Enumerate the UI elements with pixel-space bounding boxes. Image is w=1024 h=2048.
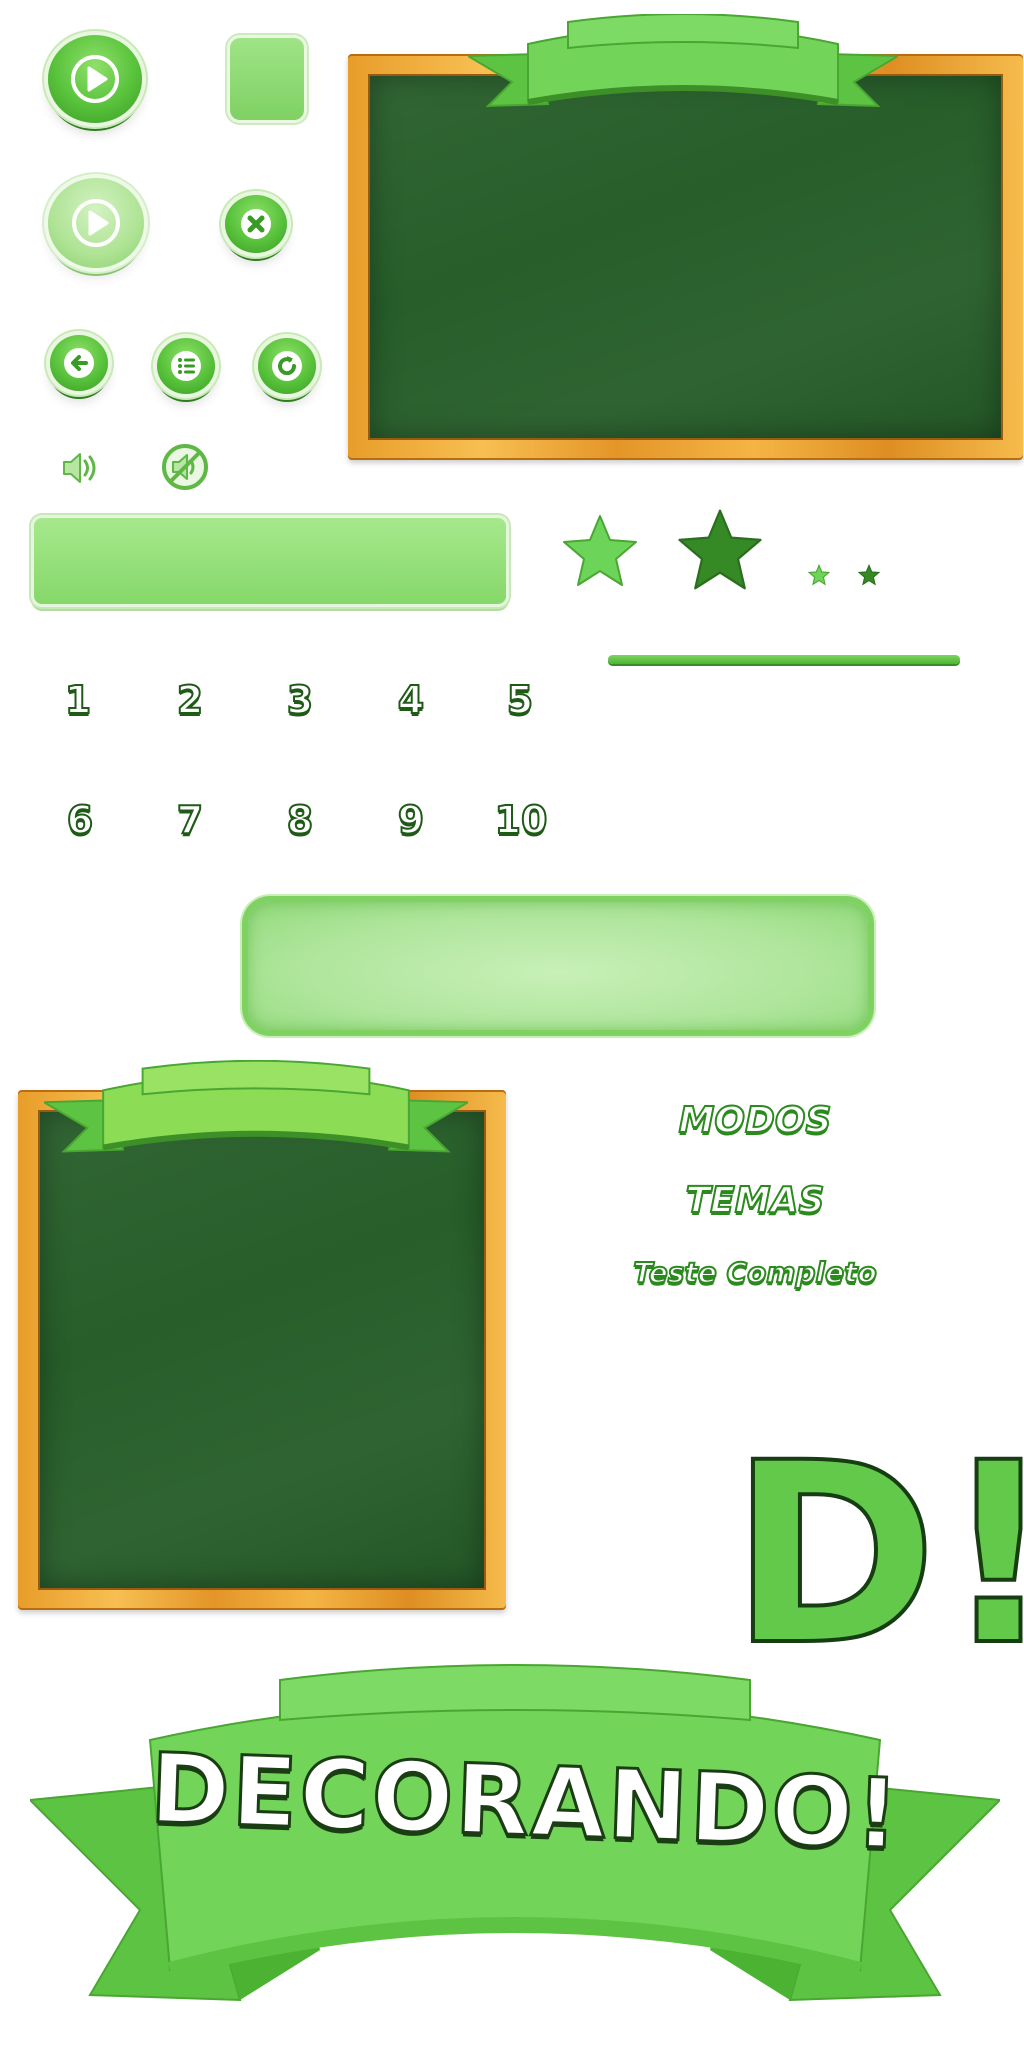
logo-initial: D!	[728, 1409, 1024, 1700]
play-button-disabled[interactable]	[48, 178, 144, 268]
star-icon	[858, 564, 880, 586]
sound-off-toggle[interactable]	[160, 442, 210, 492]
level-number-10: 10	[494, 797, 549, 843]
ribbon-banner-small	[468, 14, 898, 108]
long-button-bar[interactable]	[34, 518, 506, 604]
level-number-8: 8	[286, 797, 314, 843]
full-test-label: Teste Completo	[632, 1255, 877, 1290]
text-panel	[248, 902, 868, 1030]
level-number-5: 5	[506, 677, 534, 723]
level-number-9: 9	[397, 797, 425, 843]
play-button[interactable]	[48, 35, 142, 123]
level-number-6: 6	[66, 797, 94, 843]
level-number-4: 4	[397, 677, 425, 723]
close-icon	[241, 209, 271, 239]
modes-label: MODOS	[678, 1099, 833, 1142]
refresh-button[interactable]	[258, 338, 316, 394]
level-number-1: 1	[64, 677, 92, 723]
close-button[interactable]	[225, 195, 287, 253]
menu-button[interactable]	[157, 338, 215, 394]
level-number-7: 7	[176, 797, 204, 843]
play-icon	[71, 55, 119, 103]
menu-list-icon	[171, 351, 201, 381]
themes-label: TEMAS	[685, 1179, 826, 1222]
progress-bar	[608, 655, 960, 664]
play-icon	[72, 199, 120, 247]
ribbon-banner-small	[44, 1060, 468, 1153]
star-icon	[563, 515, 637, 586]
back-button[interactable]	[50, 335, 108, 391]
back-arrow-icon	[64, 348, 94, 378]
sound-off-icon	[162, 444, 208, 490]
square-button[interactable]	[230, 38, 304, 120]
chalkboard-surface	[40, 1112, 484, 1588]
refresh-icon	[272, 351, 302, 381]
sound-on-toggle[interactable]	[58, 448, 102, 488]
star-icon	[808, 564, 830, 586]
chalkboard-surface	[370, 76, 1001, 438]
star-icon	[678, 509, 762, 590]
level-number-3: 3	[286, 677, 314, 723]
sound-on-icon	[63, 453, 96, 483]
level-number-2: 2	[176, 677, 204, 723]
